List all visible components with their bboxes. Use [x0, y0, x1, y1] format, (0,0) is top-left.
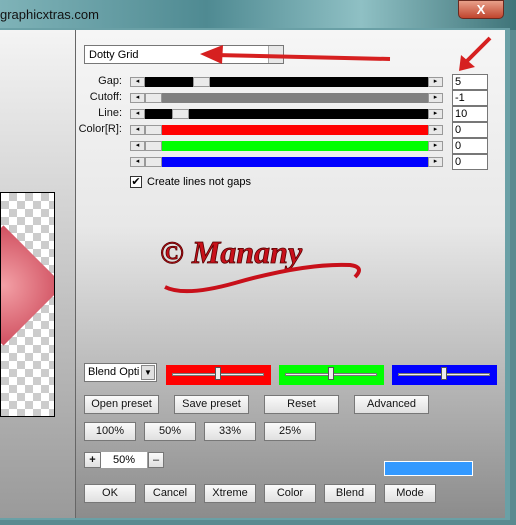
- slider-left-arrow-icon[interactable]: ◂: [130, 77, 145, 87]
- color-swatch[interactable]: [384, 461, 473, 476]
- zoom-in-button[interactable]: +: [84, 452, 101, 468]
- slider-label: Color[R]:: [78, 123, 122, 135]
- advanced-button[interactable]: Advanced: [354, 395, 429, 414]
- slider-thumb[interactable]: [193, 77, 210, 87]
- slider-4[interactable]: ◂ ▸: [130, 141, 443, 151]
- mode-button[interactable]: Mode: [384, 484, 436, 503]
- zoom-33-button[interactable]: 33%: [204, 422, 256, 441]
- zoom-25-button[interactable]: 25%: [264, 422, 316, 441]
- blend-button[interactable]: Blend: [324, 484, 376, 503]
- blend-color-slider[interactable]: [392, 365, 497, 385]
- slider-5[interactable]: ◂ ▸: [130, 157, 443, 167]
- open-preset-button[interactable]: Open preset: [84, 395, 159, 414]
- zoom-50-button[interactable]: 50%: [144, 422, 196, 441]
- preview-shape: [1, 225, 54, 346]
- slider-thumb[interactable]: [145, 141, 162, 151]
- slider-0[interactable]: ◂ ▸: [130, 77, 443, 87]
- blend-color-slider[interactable]: [279, 365, 384, 385]
- create-lines-checkbox[interactable]: ✔: [130, 176, 142, 188]
- slider-left-arrow-icon[interactable]: ◂: [130, 141, 145, 151]
- red-arrow-annotation-2: [459, 36, 492, 71]
- slider-label: Line:: [98, 107, 122, 119]
- slider-left-arrow-icon[interactable]: ◂: [130, 125, 145, 135]
- preview-pane: [0, 30, 75, 518]
- slider-thumb[interactable]: [145, 93, 162, 103]
- slider-left-arrow-icon[interactable]: ◂: [130, 157, 145, 167]
- create-lines-label: Create lines not gaps: [147, 176, 251, 188]
- slider-track[interactable]: [145, 93, 428, 103]
- close-button[interactable]: X: [458, 0, 504, 19]
- xtreme-button[interactable]: Xtreme: [204, 484, 256, 503]
- red-arrow-annotation: [200, 45, 391, 64]
- slider-left-arrow-icon[interactable]: ◂: [130, 93, 145, 103]
- blend-options-select[interactable]: Blend Opti ▼: [84, 363, 157, 382]
- slider-track[interactable]: [145, 125, 428, 135]
- slider-thumb[interactable]: [215, 367, 221, 380]
- slider-thumb[interactable]: [441, 367, 447, 380]
- save-preset-button[interactable]: Save preset: [174, 395, 249, 414]
- slider-value-field[interactable]: 10: [452, 106, 488, 122]
- window-title: graphicxtras.com: [0, 7, 99, 22]
- slider-track[interactable]: [145, 141, 428, 151]
- slider-label: Cutoff:: [89, 91, 122, 103]
- slider-1[interactable]: ◂ ▸: [130, 93, 443, 103]
- slider-3[interactable]: ◂ ▸: [130, 125, 443, 135]
- slider-value-field[interactable]: -1: [452, 90, 488, 106]
- slider-value-field[interactable]: 0: [452, 122, 488, 138]
- slider-right-arrow-icon[interactable]: ▸: [428, 141, 443, 151]
- preset-value: Dotty Grid: [89, 49, 139, 61]
- ok-button[interactable]: OK: [84, 484, 136, 503]
- slider-thumb[interactable]: [172, 109, 189, 119]
- slider-right-arrow-icon[interactable]: ▸: [428, 125, 443, 135]
- slider-thumb[interactable]: [328, 367, 334, 380]
- slider-thumb[interactable]: [145, 157, 162, 167]
- zoom-out-button[interactable]: –: [148, 452, 164, 468]
- slider-right-arrow-icon[interactable]: ▸: [428, 157, 443, 167]
- slider-thumb[interactable]: [145, 125, 162, 135]
- slider-value-field[interactable]: 0: [452, 154, 488, 170]
- preview-image: [0, 192, 55, 417]
- slider-value-field[interactable]: 0: [452, 138, 488, 154]
- blend-color-slider[interactable]: [166, 365, 271, 385]
- slider-track[interactable]: [145, 77, 428, 87]
- watermark-logo: © Manany: [160, 234, 361, 294]
- reset-button[interactable]: Reset: [264, 395, 339, 414]
- chevron-down-icon[interactable]: ▼: [141, 365, 155, 380]
- title-bar: graphicxtras.com X: [0, 0, 516, 30]
- zoom-level: 50%: [101, 452, 147, 468]
- slider-track[interactable]: [145, 157, 428, 167]
- blend-value: Blend Opti: [88, 366, 140, 378]
- zoom-100-button[interactable]: 100%: [84, 422, 136, 441]
- color-button[interactable]: Color: [264, 484, 316, 503]
- svg-text:© Manany: © Manany: [160, 234, 303, 270]
- slider-right-arrow-icon[interactable]: ▸: [428, 93, 443, 103]
- cancel-button[interactable]: Cancel: [144, 484, 196, 503]
- slider-2[interactable]: ◂ ▸: [130, 109, 443, 119]
- slider-right-arrow-icon[interactable]: ▸: [428, 77, 443, 87]
- slider-value-field[interactable]: 5: [452, 74, 488, 90]
- slider-left-arrow-icon[interactable]: ◂: [130, 109, 145, 119]
- slider-label: Gap:: [98, 75, 122, 87]
- slider-right-arrow-icon[interactable]: ▸: [428, 109, 443, 119]
